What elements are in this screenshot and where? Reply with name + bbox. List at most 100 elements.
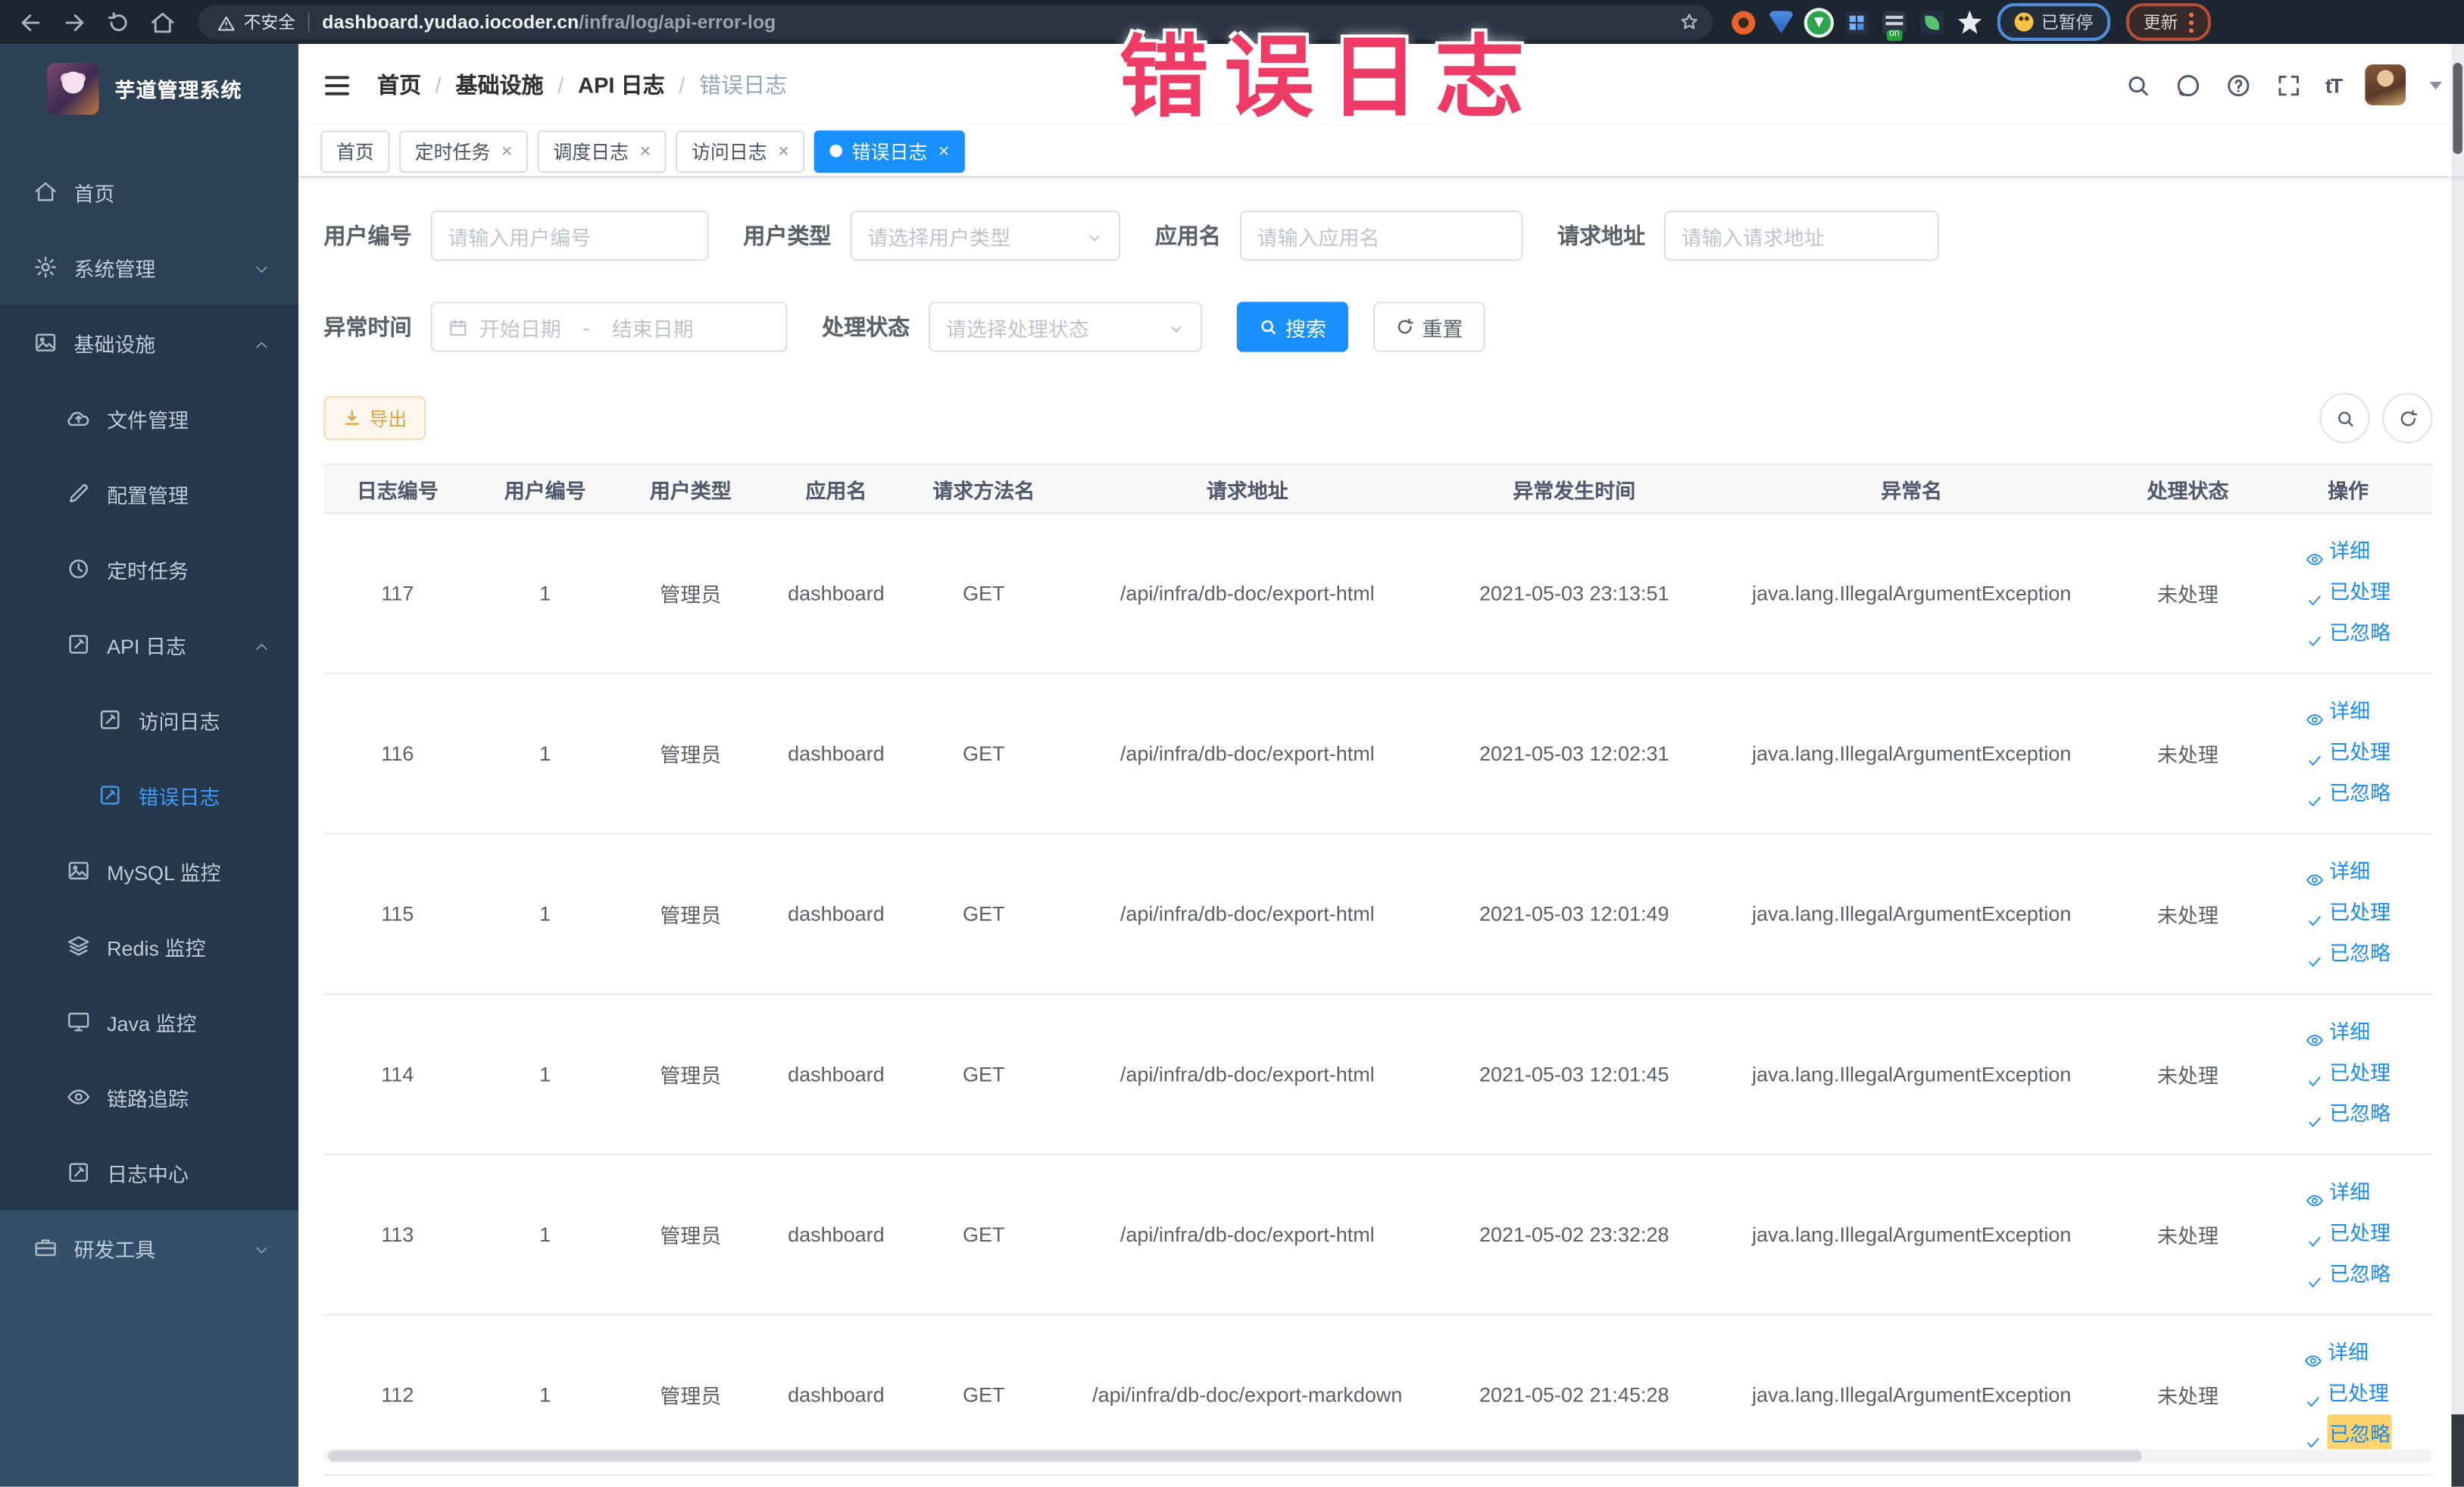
reload-icon[interactable] [105, 8, 132, 35]
sidebar-item-label: 访问日志 [138, 709, 220, 733]
cell-app-name: dashboard [762, 673, 910, 835]
tab-home[interactable]: 首页 [320, 130, 390, 173]
app-logo-row[interactable]: 芋道管理系统 [0, 44, 298, 132]
tab-access-log[interactable]: 访问日志 × [676, 130, 805, 173]
horizontal-scrollbar-thumb[interactable] [328, 1450, 2142, 1462]
sidebar-item-file-management[interactable]: 文件管理 [0, 380, 298, 456]
refresh-table-button[interactable] [2382, 392, 2433, 444]
request-url-placeholder: 请输入请求地址 [1681, 225, 1825, 249]
close-icon[interactable]: × [778, 142, 789, 161]
sidebar-item-redis-monitor[interactable]: Redis 监控 [0, 908, 298, 984]
export-button[interactable]: 导出 [323, 395, 426, 440]
avatar-caret-icon[interactable] [2429, 80, 2442, 95]
processed-link[interactable]: 已处理 [2306, 892, 2391, 933]
request-url-label: 请求地址 [1557, 223, 1646, 248]
detail-link[interactable]: 详细 [2306, 692, 2391, 733]
font-size-icon[interactable]: tT [2325, 73, 2343, 96]
fullscreen-icon[interactable] [2275, 71, 2301, 98]
forward-icon[interactable] [61, 8, 88, 35]
calendar-icon [448, 317, 468, 337]
sidebar-item-infrastructure[interactable]: 基础设施 [0, 305, 298, 380]
update-browser-button[interactable]: 更新 [2125, 3, 2211, 41]
table-body: 117 1 管理员 dashboard GET/api/infra/db-doc/exp… [323, 513, 2433, 1476]
detail-link[interactable]: 详细 [2306, 1012, 2391, 1053]
extension-icon[interactable] [1732, 10, 1756, 34]
detail-link[interactable]: 详细 [2304, 1332, 2392, 1373]
search-button[interactable]: 搜索 [1236, 301, 1349, 352]
extension-switch-icon[interactable]: on [1882, 10, 1907, 40]
sidebar-item-api-log[interactable]: API 日志 [0, 607, 298, 683]
security-label[interactable]: 不安全 [244, 9, 295, 34]
sidebar-item-java-monitor[interactable]: Java 监控 [0, 984, 298, 1060]
cell-user-id: 1 [471, 513, 620, 675]
processed-link[interactable]: 已处理 [2304, 1373, 2392, 1414]
toggle-search-button[interactable] [2319, 392, 2370, 444]
extension-shield-icon[interactable] [1769, 10, 1794, 34]
back-icon[interactable] [17, 8, 44, 35]
check-icon [2306, 583, 2325, 605]
ignored-link[interactable]: 已忽略 [2306, 933, 2391, 974]
browser-menu-icon[interactable] [2188, 11, 2194, 17]
paused-extension-pill[interactable]: 已暂停 [1997, 3, 2111, 41]
sidebar-menu-top: 首页 系统管理 [0, 132, 298, 305]
close-icon[interactable]: × [639, 142, 651, 161]
detail-link[interactable]: 详细 [2306, 1173, 2391, 1214]
extension-grid-icon[interactable] [1844, 10, 1869, 34]
bookmark-star-icon[interactable] [1679, 11, 1700, 33]
home-icon[interactable] [149, 8, 176, 35]
ignored-link[interactable]: 已忽略 [2306, 613, 2391, 654]
user-avatar[interactable] [2365, 64, 2406, 105]
tab-dispatch-log[interactable]: 调度日志 × [537, 130, 667, 173]
detail-link[interactable]: 详细 [2306, 851, 2391, 892]
paused-label: 已暂停 [2041, 14, 2094, 33]
url-host[interactable]: dashboard.yudao.iocoder.cn [322, 11, 579, 33]
breadcrumb-item[interactable]: API 日志 [578, 69, 665, 100]
url-path[interactable]: /infra/log/api-error-log [579, 11, 776, 33]
hamburger-icon[interactable] [322, 70, 351, 99]
sidebar-item-mysql-monitor[interactable]: MySQL 监控 [0, 833, 298, 909]
tab-scheduled-tasks[interactable]: 定时任务 × [398, 130, 529, 173]
exception-time-range-picker[interactable]: 开始日期 - 结束日期 [430, 301, 788, 352]
extension-leaf-icon[interactable] [1920, 10, 1944, 34]
sidebar-item-log-center[interactable]: 日志中心 [0, 1135, 298, 1211]
sidebar-item-scheduled-tasks[interactable]: 定时任务 [0, 531, 298, 607]
ignored-link[interactable]: 已忽略 [2306, 1254, 2391, 1295]
sidebar-item-error-log[interactable]: 错误日志 [0, 758, 298, 833]
ignored-link[interactable]: 已忽略 [2306, 1094, 2391, 1135]
breadcrumb-item[interactable]: 基础设施 [455, 69, 543, 100]
cell-id: 115 [323, 833, 472, 995]
cell-app-name: dashboard [762, 1154, 910, 1316]
app-name-input[interactable]: 请输入应用名 [1239, 210, 1523, 261]
sidebar-item-dev-tools[interactable]: 研发工具 [0, 1210, 298, 1286]
sidebar-item-label: 研发工具 [73, 1237, 156, 1261]
horizontal-scrollbar[interactable] [323, 1448, 2433, 1464]
user-type-select[interactable]: 请选择用户类型 [850, 210, 1121, 261]
processed-link[interactable]: 已处理 [2306, 572, 2391, 613]
ignored-link[interactable]: 已忽略 [2306, 773, 2391, 814]
user-id-input[interactable]: 请输入用户编号 [430, 210, 709, 261]
extension-v-icon[interactable] [1807, 10, 1831, 34]
process-status-select[interactable]: 请选择处理状态 [929, 301, 1203, 352]
tab-error-log[interactable]: 错误日志 × [814, 130, 966, 173]
close-icon[interactable]: × [501, 142, 513, 161]
search-icon[interactable] [2124, 71, 2150, 98]
reset-button[interactable]: 重置 [1373, 301, 1485, 352]
breadcrumb-item[interactable]: 首页 [377, 69, 421, 100]
sidebar-item-config-management[interactable]: 配置管理 [0, 456, 298, 532]
vertical-scrollbar[interactable] [2451, 44, 2464, 1487]
processed-link[interactable]: 已处理 [2306, 1214, 2391, 1254]
sidebar-item-home[interactable]: 首页 [0, 154, 298, 230]
sidebar-item-trace[interactable]: 链路追踪 [0, 1059, 298, 1135]
detail-link[interactable]: 详细 [2306, 531, 2391, 572]
github-icon[interactable] [2175, 71, 2201, 98]
process-status-placeholder: 请选择处理状态 [945, 317, 1089, 341]
help-icon[interactable] [2225, 71, 2251, 98]
extension-pin-icon[interactable] [1957, 10, 1982, 34]
processed-link[interactable]: 已处理 [2306, 1053, 2391, 1094]
user-type-label: 用户类型 [743, 223, 832, 248]
sidebar-item-system-management[interactable]: 系统管理 [0, 230, 298, 305]
processed-link[interactable]: 已处理 [2306, 733, 2391, 773]
close-icon[interactable]: × [938, 142, 950, 161]
sidebar-item-access-log[interactable]: 访问日志 [0, 682, 298, 758]
request-url-input[interactable]: 请输入请求地址 [1664, 210, 1940, 261]
